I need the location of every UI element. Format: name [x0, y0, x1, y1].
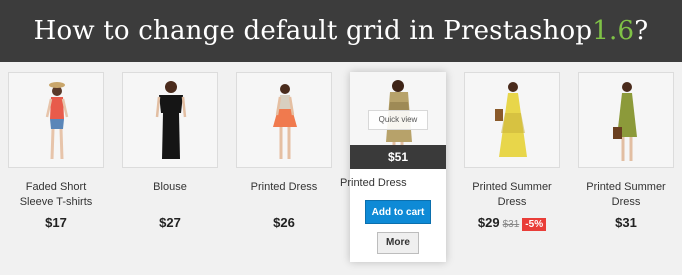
product-old-price: $31 [502, 219, 520, 230]
title-banner: How to change default grid in Prestashop… [0, 0, 682, 62]
product-name[interactable]: Blouse [112, 180, 228, 195]
product-name[interactable]: Printed Dress [340, 176, 456, 191]
hover-price-bar: $51 [350, 145, 446, 169]
product-image[interactable] [8, 72, 104, 168]
product-card-hovered[interactable]: Quick view $51 Printed Dress Add to cart… [340, 72, 446, 262]
product-name-line1: Printed Dress [340, 177, 407, 189]
product-name-line2: Dress [497, 196, 527, 208]
product-name-line1: Faded Short [25, 181, 87, 193]
product-price: $29 [477, 215, 500, 230]
product-name-line2: Sleeve T-shirts [19, 196, 93, 208]
product-price: $27 [159, 215, 181, 230]
product-price: $26 [273, 215, 295, 230]
product-name-line2: Dress [611, 196, 641, 208]
product-price-group: $29 $31 -5% [454, 215, 570, 231]
product-name[interactable]: Printed Summer Dress [454, 180, 570, 210]
title-version: 1.6 [592, 16, 635, 46]
product-grid: Faded Short Sleeve T-shirts $17 Blouse $… [0, 62, 682, 275]
quick-view-button[interactable]: Quick view [368, 110, 428, 130]
add-to-cart-button[interactable]: Add to cart [365, 200, 431, 224]
product-image[interactable] [464, 72, 560, 168]
product-name-line1: Printed Summer [472, 181, 552, 193]
product-image[interactable] [236, 72, 332, 168]
product-name[interactable]: Printed Summer Dress [568, 180, 682, 210]
product-name-line1: Printed Dress [250, 181, 318, 193]
title-text: How to change default grid in Prestashop [33, 16, 593, 46]
product-name-line1: Printed Summer [586, 181, 666, 193]
product-price: $31 [615, 215, 637, 230]
product-name[interactable]: Faded Short Sleeve T-shirts [0, 180, 114, 210]
product-image[interactable] [578, 72, 674, 168]
product-name-line1: Blouse [153, 181, 187, 193]
product-image[interactable] [122, 72, 218, 168]
title-suffix: ? [634, 16, 649, 46]
discount-badge: -5% [522, 218, 547, 231]
more-button[interactable]: More [377, 232, 419, 254]
product-price: $17 [45, 215, 67, 230]
product-name[interactable]: Printed Dress [226, 180, 342, 195]
